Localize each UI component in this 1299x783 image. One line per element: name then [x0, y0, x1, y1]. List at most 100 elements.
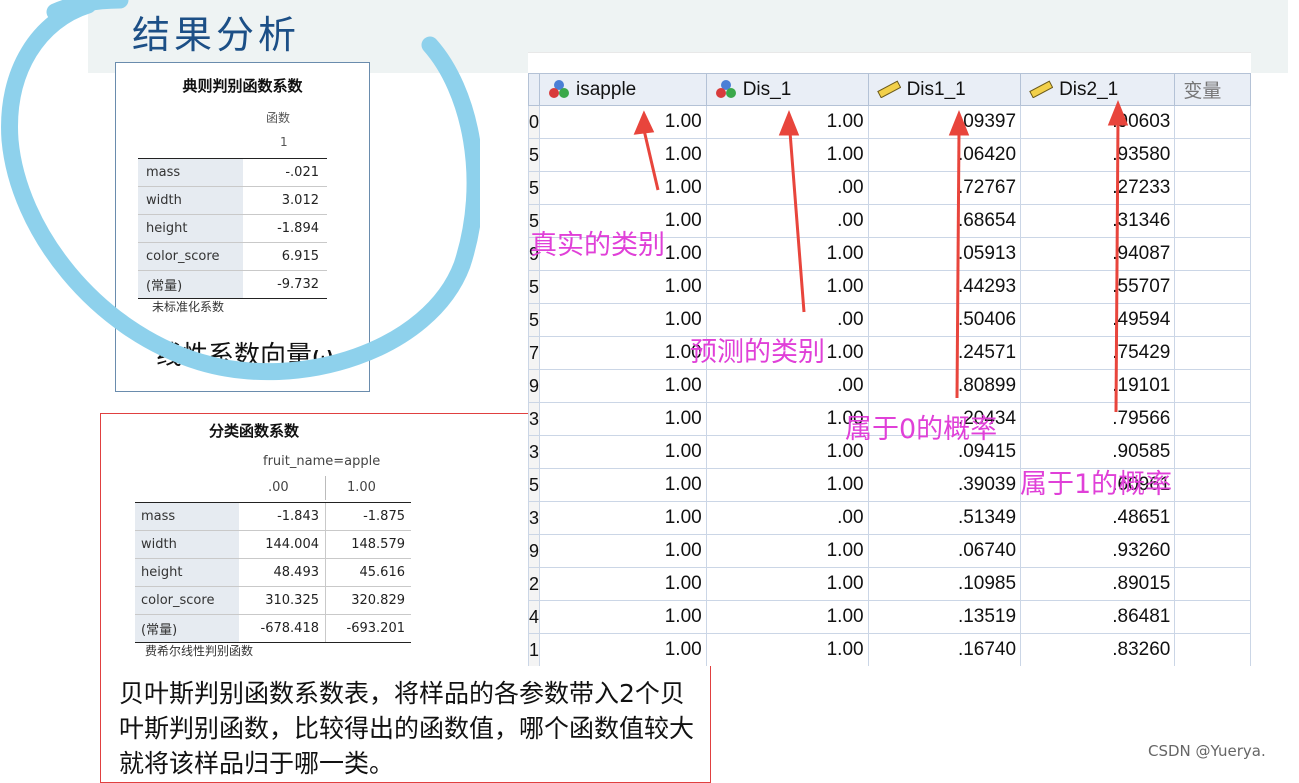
grid-cell[interactable]: .39039 — [867, 468, 1022, 502]
grid-cell[interactable]: .48651 — [1020, 501, 1176, 535]
grid-cell[interactable]: .55707 — [1020, 270, 1176, 304]
row-number[interactable]: 1 — [528, 633, 541, 666]
row-number[interactable]: 5 — [528, 468, 541, 502]
grid-cell-empty[interactable] — [1174, 237, 1251, 271]
grid-cell[interactable]: .06740 — [867, 534, 1022, 568]
grid-cell[interactable]: 1.00 — [705, 402, 869, 436]
grid-cell[interactable]: 1.00 — [705, 138, 869, 172]
grid-cell[interactable]: .16740 — [867, 633, 1022, 666]
table-row[interactable]: 7 1.00 1.00.24571.75429 — [528, 336, 1251, 370]
row-number[interactable]: 3 — [528, 501, 541, 535]
grid-cell[interactable]: 1.00 — [705, 237, 869, 271]
grid-cell[interactable]: .51349 — [867, 501, 1022, 535]
grid-cell[interactable]: .06420 — [867, 138, 1022, 172]
grid-cell[interactable]: 1.00 — [705, 270, 869, 304]
grid-cell-empty[interactable] — [1174, 369, 1251, 403]
row-number[interactable]: 5 — [528, 138, 541, 172]
grid-cell-empty[interactable] — [1174, 633, 1251, 666]
row-number[interactable]: 5 — [528, 171, 541, 205]
grid-cell[interactable]: .00 — [705, 369, 869, 403]
grid-cell[interactable]: .86481 — [1020, 600, 1176, 634]
grid-cell[interactable]: .05913 — [867, 237, 1022, 271]
grid-cell-empty[interactable] — [1174, 435, 1251, 469]
grid-cell[interactable]: 1.00 — [539, 435, 707, 469]
row-number[interactable]: 4 — [528, 600, 541, 634]
grid-cell-empty[interactable] — [1174, 402, 1251, 436]
grid-cell[interactable]: .09397 — [867, 105, 1022, 139]
grid-cell-empty[interactable] — [1174, 303, 1251, 337]
grid-cell[interactable]: 1.00 — [539, 336, 707, 370]
grid-cell-empty[interactable] — [1174, 567, 1251, 601]
grid-cell-empty[interactable] — [1174, 336, 1251, 370]
row-number[interactable]: 3 — [528, 435, 541, 469]
grid-cell-empty[interactable] — [1174, 138, 1251, 172]
data-view-grid[interactable]: isapple Dis_1 Dis1_1 Dis2_1 变量 0 1.00 1.00… — [528, 52, 1251, 666]
row-number[interactable]: 0 — [528, 105, 541, 139]
grid-cell[interactable]: .50406 — [867, 303, 1022, 337]
grid-cell[interactable]: .19101 — [1020, 369, 1176, 403]
grid-cell[interactable]: .27233 — [1020, 171, 1176, 205]
table-row[interactable]: 5 1.00.00.50406.49594 — [528, 303, 1251, 337]
grid-cell[interactable]: .68654 — [867, 204, 1022, 238]
grid-cell[interactable]: 1.00 — [705, 534, 869, 568]
grid-cell[interactable]: 1.00 — [705, 633, 869, 666]
grid-cell[interactable]: 1.00 — [539, 633, 707, 666]
table-row[interactable]: 4 1.00 1.00.13519.86481 — [528, 600, 1251, 634]
data-table[interactable]: isapple Dis_1 Dis1_1 Dis2_1 变量 0 1.00 1.00… — [528, 73, 1251, 666]
row-number[interactable]: 5 — [528, 270, 541, 304]
row-number[interactable]: 9 — [528, 534, 541, 568]
column-header-dis-1[interactable]: Dis_1 — [705, 73, 869, 106]
column-header-dis2-1[interactable]: Dis2_1 — [1020, 73, 1176, 106]
table-row[interactable]: 1 1.00 1.00.16740.83260 — [528, 633, 1251, 666]
grid-cell-empty[interactable] — [1174, 468, 1251, 502]
grid-cell[interactable]: 1.00 — [539, 138, 707, 172]
row-number[interactable]: 5 — [528, 303, 541, 337]
grid-cell[interactable]: .80899 — [867, 369, 1022, 403]
table-row[interactable]: 5 1.00 1.00.06420.93580 — [528, 138, 1251, 172]
grid-cell[interactable]: .93260 — [1020, 534, 1176, 568]
grid-cell[interactable]: .75429 — [1020, 336, 1176, 370]
grid-cell-empty[interactable] — [1174, 600, 1251, 634]
grid-cell[interactable]: .24571 — [867, 336, 1022, 370]
grid-cell-empty[interactable] — [1174, 270, 1251, 304]
grid-cell[interactable]: 1.00 — [539, 600, 707, 634]
grid-cell[interactable]: .00 — [705, 171, 869, 205]
grid-cell[interactable]: 1.00 — [705, 105, 869, 139]
grid-cell[interactable]: .93580 — [1020, 138, 1176, 172]
row-number[interactable]: 9 — [528, 369, 541, 403]
grid-cell[interactable]: .89015 — [1020, 567, 1176, 601]
table-row[interactable]: 0 1.00 1.00.09397.90603 — [528, 105, 1251, 139]
grid-cell-empty[interactable] — [1174, 105, 1251, 139]
grid-cell[interactable]: .49594 — [1020, 303, 1176, 337]
table-row[interactable]: 5 1.00.00.72767.27233 — [528, 171, 1251, 205]
grid-cell[interactable]: 1.00 — [539, 468, 707, 502]
table-row[interactable]: 9 1.00 1.00.06740.93260 — [528, 534, 1251, 568]
table-row[interactable]: 5 1.00 1.00.44293.55707 — [528, 270, 1251, 304]
grid-cell[interactable]: 1.00 — [539, 303, 707, 337]
grid-cell[interactable]: 1.00 — [705, 435, 869, 469]
grid-cell[interactable]: 1.00 — [539, 105, 707, 139]
grid-cell[interactable]: 1.00 — [705, 567, 869, 601]
grid-cell[interactable]: .72767 — [867, 171, 1022, 205]
grid-cell[interactable]: .31346 — [1020, 204, 1176, 238]
grid-cell[interactable]: .94087 — [1020, 237, 1176, 271]
grid-cell[interactable]: .10985 — [867, 567, 1022, 601]
grid-cell[interactable]: 1.00 — [539, 534, 707, 568]
column-header-dis1-1[interactable]: Dis1_1 — [867, 73, 1022, 106]
grid-cell[interactable]: 1.00 — [705, 468, 869, 502]
grid-cell[interactable]: .83260 — [1020, 633, 1176, 666]
grid-cell[interactable]: 1.00 — [539, 402, 707, 436]
table-row[interactable]: 2 1.00 1.00.10985.89015 — [528, 567, 1251, 601]
grid-cell[interactable]: .44293 — [867, 270, 1022, 304]
grid-cell[interactable]: .90603 — [1020, 105, 1176, 139]
grid-cell[interactable]: 1.00 — [539, 501, 707, 535]
grid-cell[interactable]: .13519 — [867, 600, 1022, 634]
grid-cell[interactable]: 1.00 — [539, 369, 707, 403]
row-number[interactable]: 3 — [528, 402, 541, 436]
grid-cell-empty[interactable] — [1174, 171, 1251, 205]
grid-cell[interactable]: 1.00 — [539, 270, 707, 304]
grid-cell[interactable]: 1.00 — [539, 567, 707, 601]
grid-cell[interactable]: .00 — [705, 501, 869, 535]
row-number[interactable]: 7 — [528, 336, 541, 370]
column-header-isapple[interactable]: isapple — [539, 73, 707, 106]
